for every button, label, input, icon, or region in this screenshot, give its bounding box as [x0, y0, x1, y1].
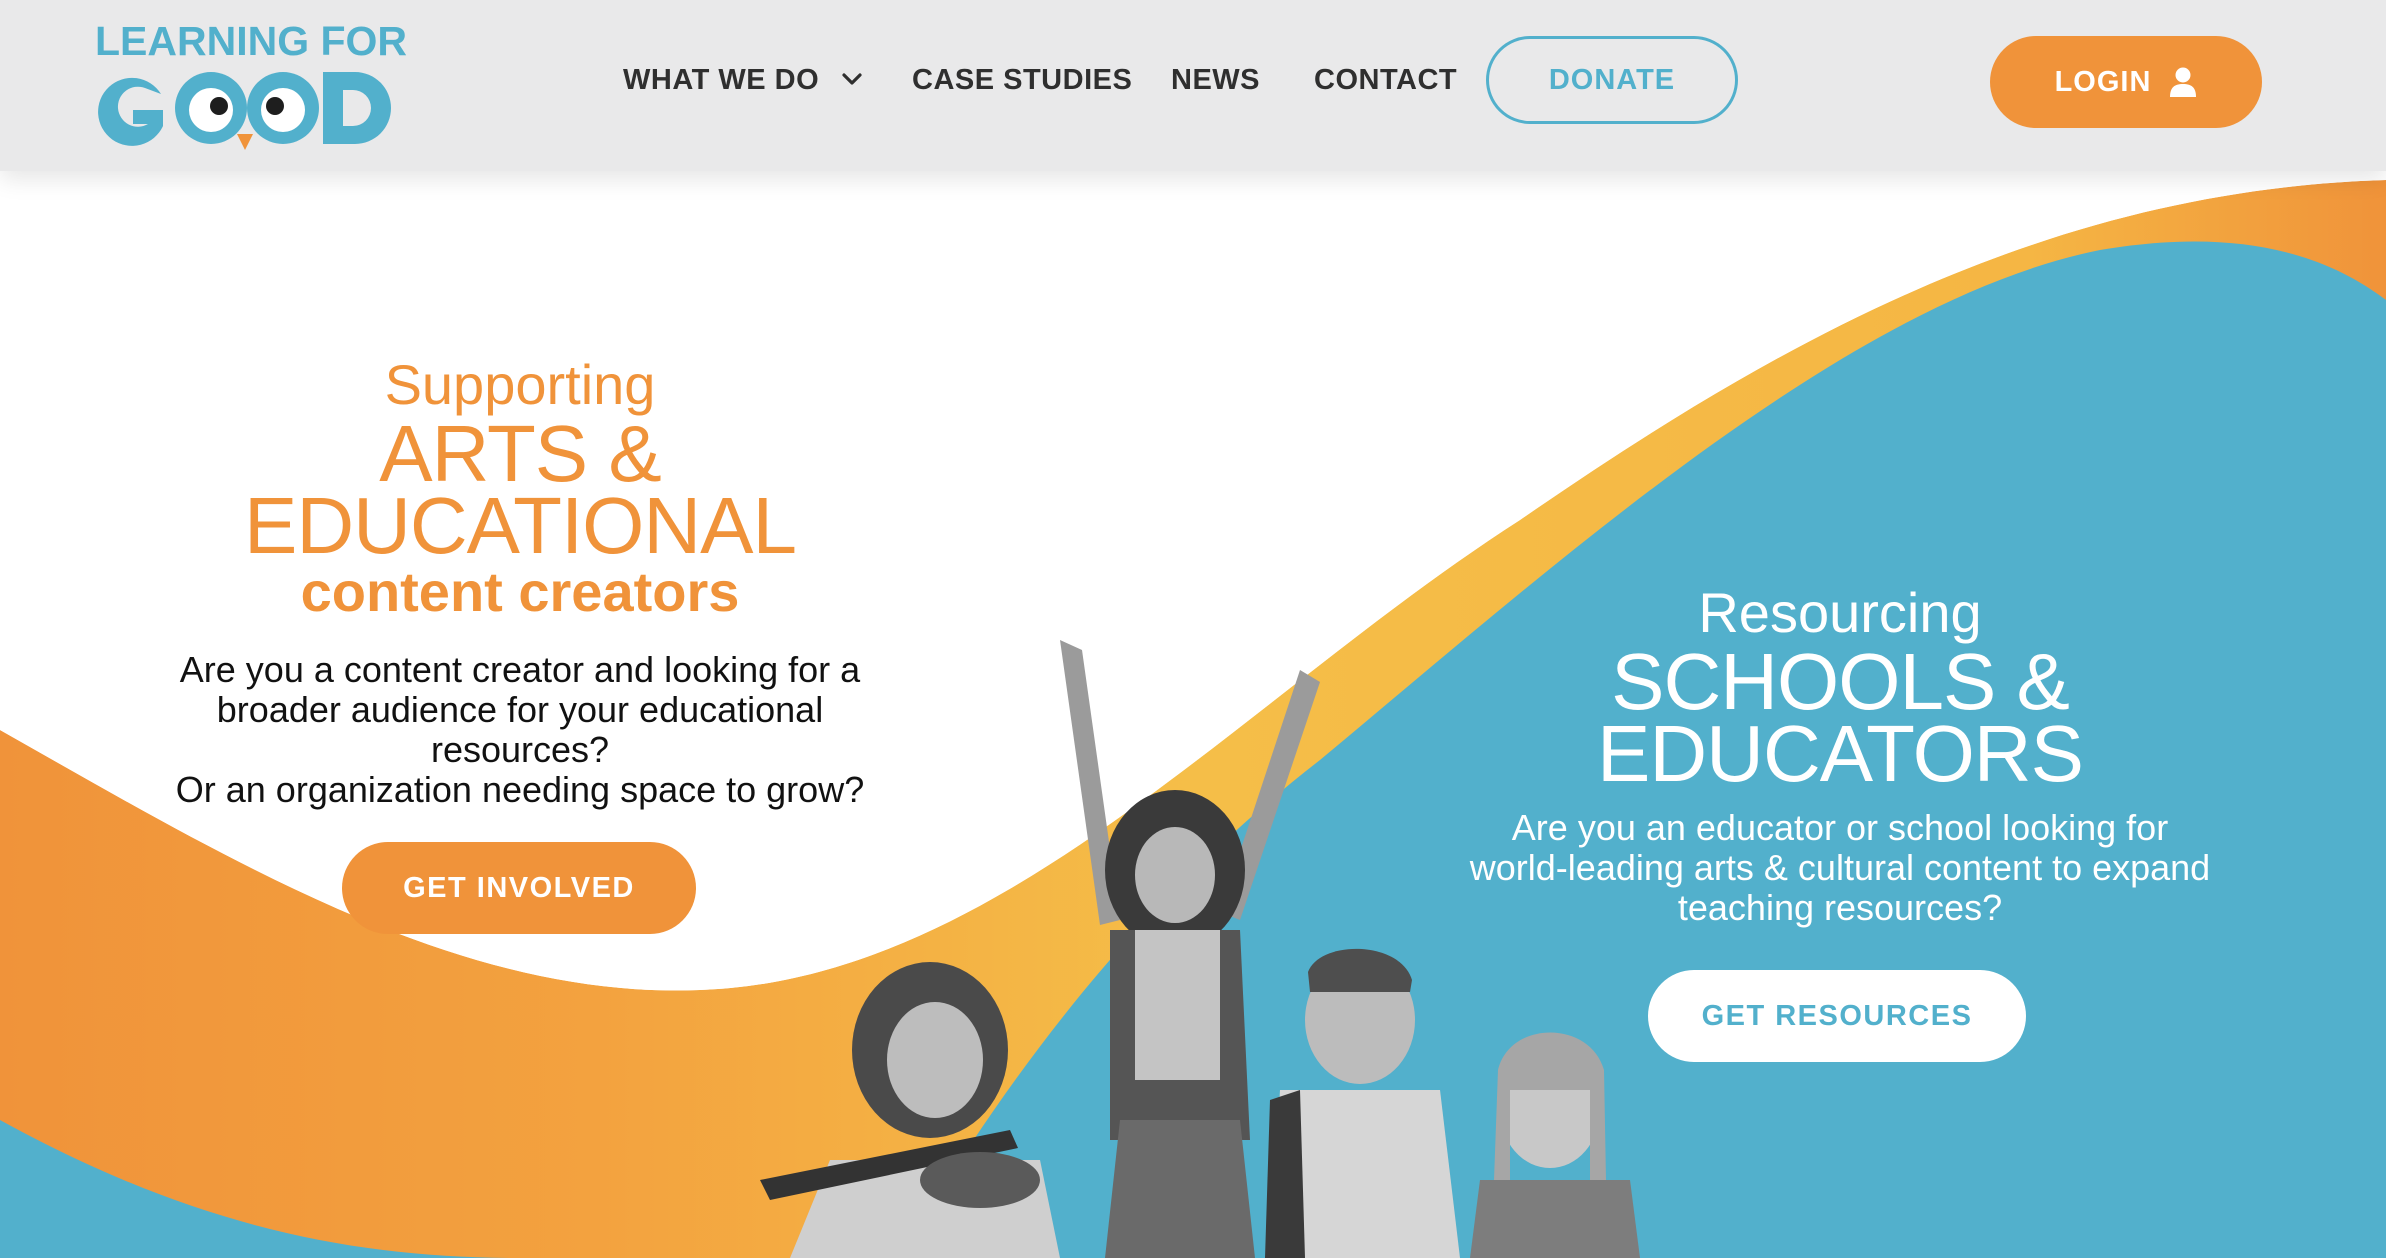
creators-description: Are you a content creator and looking fo…	[90, 650, 950, 810]
logo-text-top: LEARNING FOR	[95, 18, 408, 64]
get-resources-button[interactable]: GET RESOURCES	[1648, 970, 2026, 1062]
logo-good-owl-icon	[98, 72, 391, 150]
nav-label: CONTACT	[1314, 64, 1458, 96]
nav-label: NEWS	[1171, 64, 1260, 96]
nav-what-we-do[interactable]: WHAT WE DO	[623, 64, 862, 97]
schools-heading-line2: EDUCATORS	[1597, 709, 2084, 798]
get-involved-label: GET INVOLVED	[403, 871, 635, 904]
donate-label: DONATE	[1548, 63, 1676, 96]
description-line: world-leading arts & cultural content to…	[1469, 847, 2211, 888]
login-button[interactable]: LOGIN	[1990, 36, 2262, 128]
nav-contact[interactable]: CONTACT	[1314, 64, 1457, 97]
nav-label: WHAT WE DO	[623, 64, 820, 96]
description-line: Or an organization needing space to grow…	[175, 769, 865, 810]
get-involved-button[interactable]: GET INVOLVED	[342, 842, 696, 934]
login-label: LOGIN	[2054, 65, 2152, 98]
creators-heading-line1: ARTS &	[379, 409, 662, 498]
description-line: resources?	[430, 729, 610, 770]
creators-section: Supporting ARTS & EDUCATIONAL content cr…	[60, 352, 980, 810]
creators-heading-line2: EDUCATIONAL	[243, 481, 797, 570]
get-resources-label: GET RESOURCES	[1701, 999, 1973, 1032]
chevron-down-icon	[842, 73, 862, 85]
nav-label: CASE STUDIES	[912, 64, 1133, 96]
schools-description: Are you an educator or school looking fo…	[1400, 808, 2280, 928]
description-line: Are you a content creator and looking fo…	[179, 649, 861, 690]
nav-news[interactable]: NEWS	[1171, 64, 1260, 97]
nav-case-studies[interactable]: CASE STUDIES	[912, 64, 1132, 97]
user-icon	[2170, 67, 2197, 97]
description-line: Are you an educator or school looking fo…	[1511, 807, 2169, 848]
creators-subheading: content creators	[300, 560, 740, 623]
description-line: teaching resources?	[1677, 887, 2003, 928]
schools-section: Resourcing SCHOOLS & EDUCATORS Are you a…	[1380, 580, 2300, 928]
site-header: LEARNING FOR WHAT WE DO CASE STUDIES NEW…	[0, 0, 2386, 171]
donate-button[interactable]: DONATE	[1486, 36, 1738, 124]
learning-for-good-logo[interactable]: LEARNING FOR	[93, 16, 407, 150]
schools-heading-line1: SCHOOLS &	[1611, 637, 2070, 726]
description-line: broader audience for your educational	[216, 689, 824, 730]
